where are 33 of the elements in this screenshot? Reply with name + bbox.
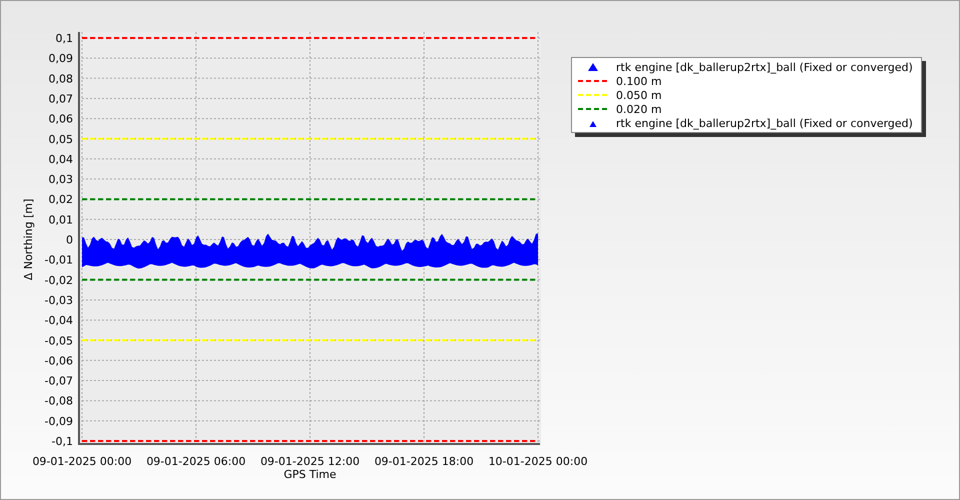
y-tick-label: -0,1 — [52, 435, 73, 448]
x-axis-title: GPS Time — [284, 468, 336, 481]
y-tick-label: 0 — [66, 234, 73, 246]
y-tick-label: -0,04 — [44, 314, 73, 328]
y-tick-label: -0,08 — [44, 394, 73, 408]
x-tick-label: 09-01-2025 12:00 — [260, 455, 360, 468]
x-tick-label: 09-01-2025 18:00 — [374, 455, 474, 468]
y-tick-label: 0,09 — [48, 52, 73, 66]
y-tick-label: 0,1 — [56, 32, 73, 45]
y-tick-label: -0,02 — [44, 274, 73, 287]
y-tick-label: 0,02 — [48, 193, 73, 206]
legend-label: 0.050 m — [616, 88, 662, 102]
legend-label: rtk engine [dk_ballerup2rtx]_ball (Fixed or converged) — [616, 60, 913, 74]
y-tick-label: 0,01 — [48, 213, 73, 226]
y-tick-label: -0,09 — [44, 414, 73, 428]
x-tick-label: 09-01-2025 00:00 — [32, 455, 132, 468]
y-tick-label: -0,06 — [44, 354, 73, 368]
legend-label: 0.020 m — [616, 102, 662, 116]
y-tick-label: -0,01 — [44, 254, 73, 267]
y-tick-label: 0,08 — [48, 72, 73, 86]
y-tick-label: -0,07 — [44, 374, 73, 388]
y-tick-label: 0,03 — [48, 173, 73, 186]
y-tick-label: -0,03 — [44, 294, 73, 307]
x-tick-label: 09-01-2025 06:00 — [146, 455, 246, 468]
y-axis-title: Δ Northing [m] — [22, 198, 35, 280]
legend-label: rtk engine [dk_ballerup2rtx]_ball (Fixed or converged) — [616, 116, 913, 130]
x-tick-label: 10-01-2025 00:00 — [488, 455, 588, 468]
y-tick-label: 0,05 — [48, 132, 73, 146]
y-tick-label: 0,06 — [48, 112, 73, 126]
y-tick-label: 0,04 — [48, 152, 73, 166]
y-tick-label: 0,07 — [48, 92, 73, 106]
y-tick-label: -0,05 — [44, 334, 73, 348]
legend-label: 0.100 m — [616, 74, 662, 88]
